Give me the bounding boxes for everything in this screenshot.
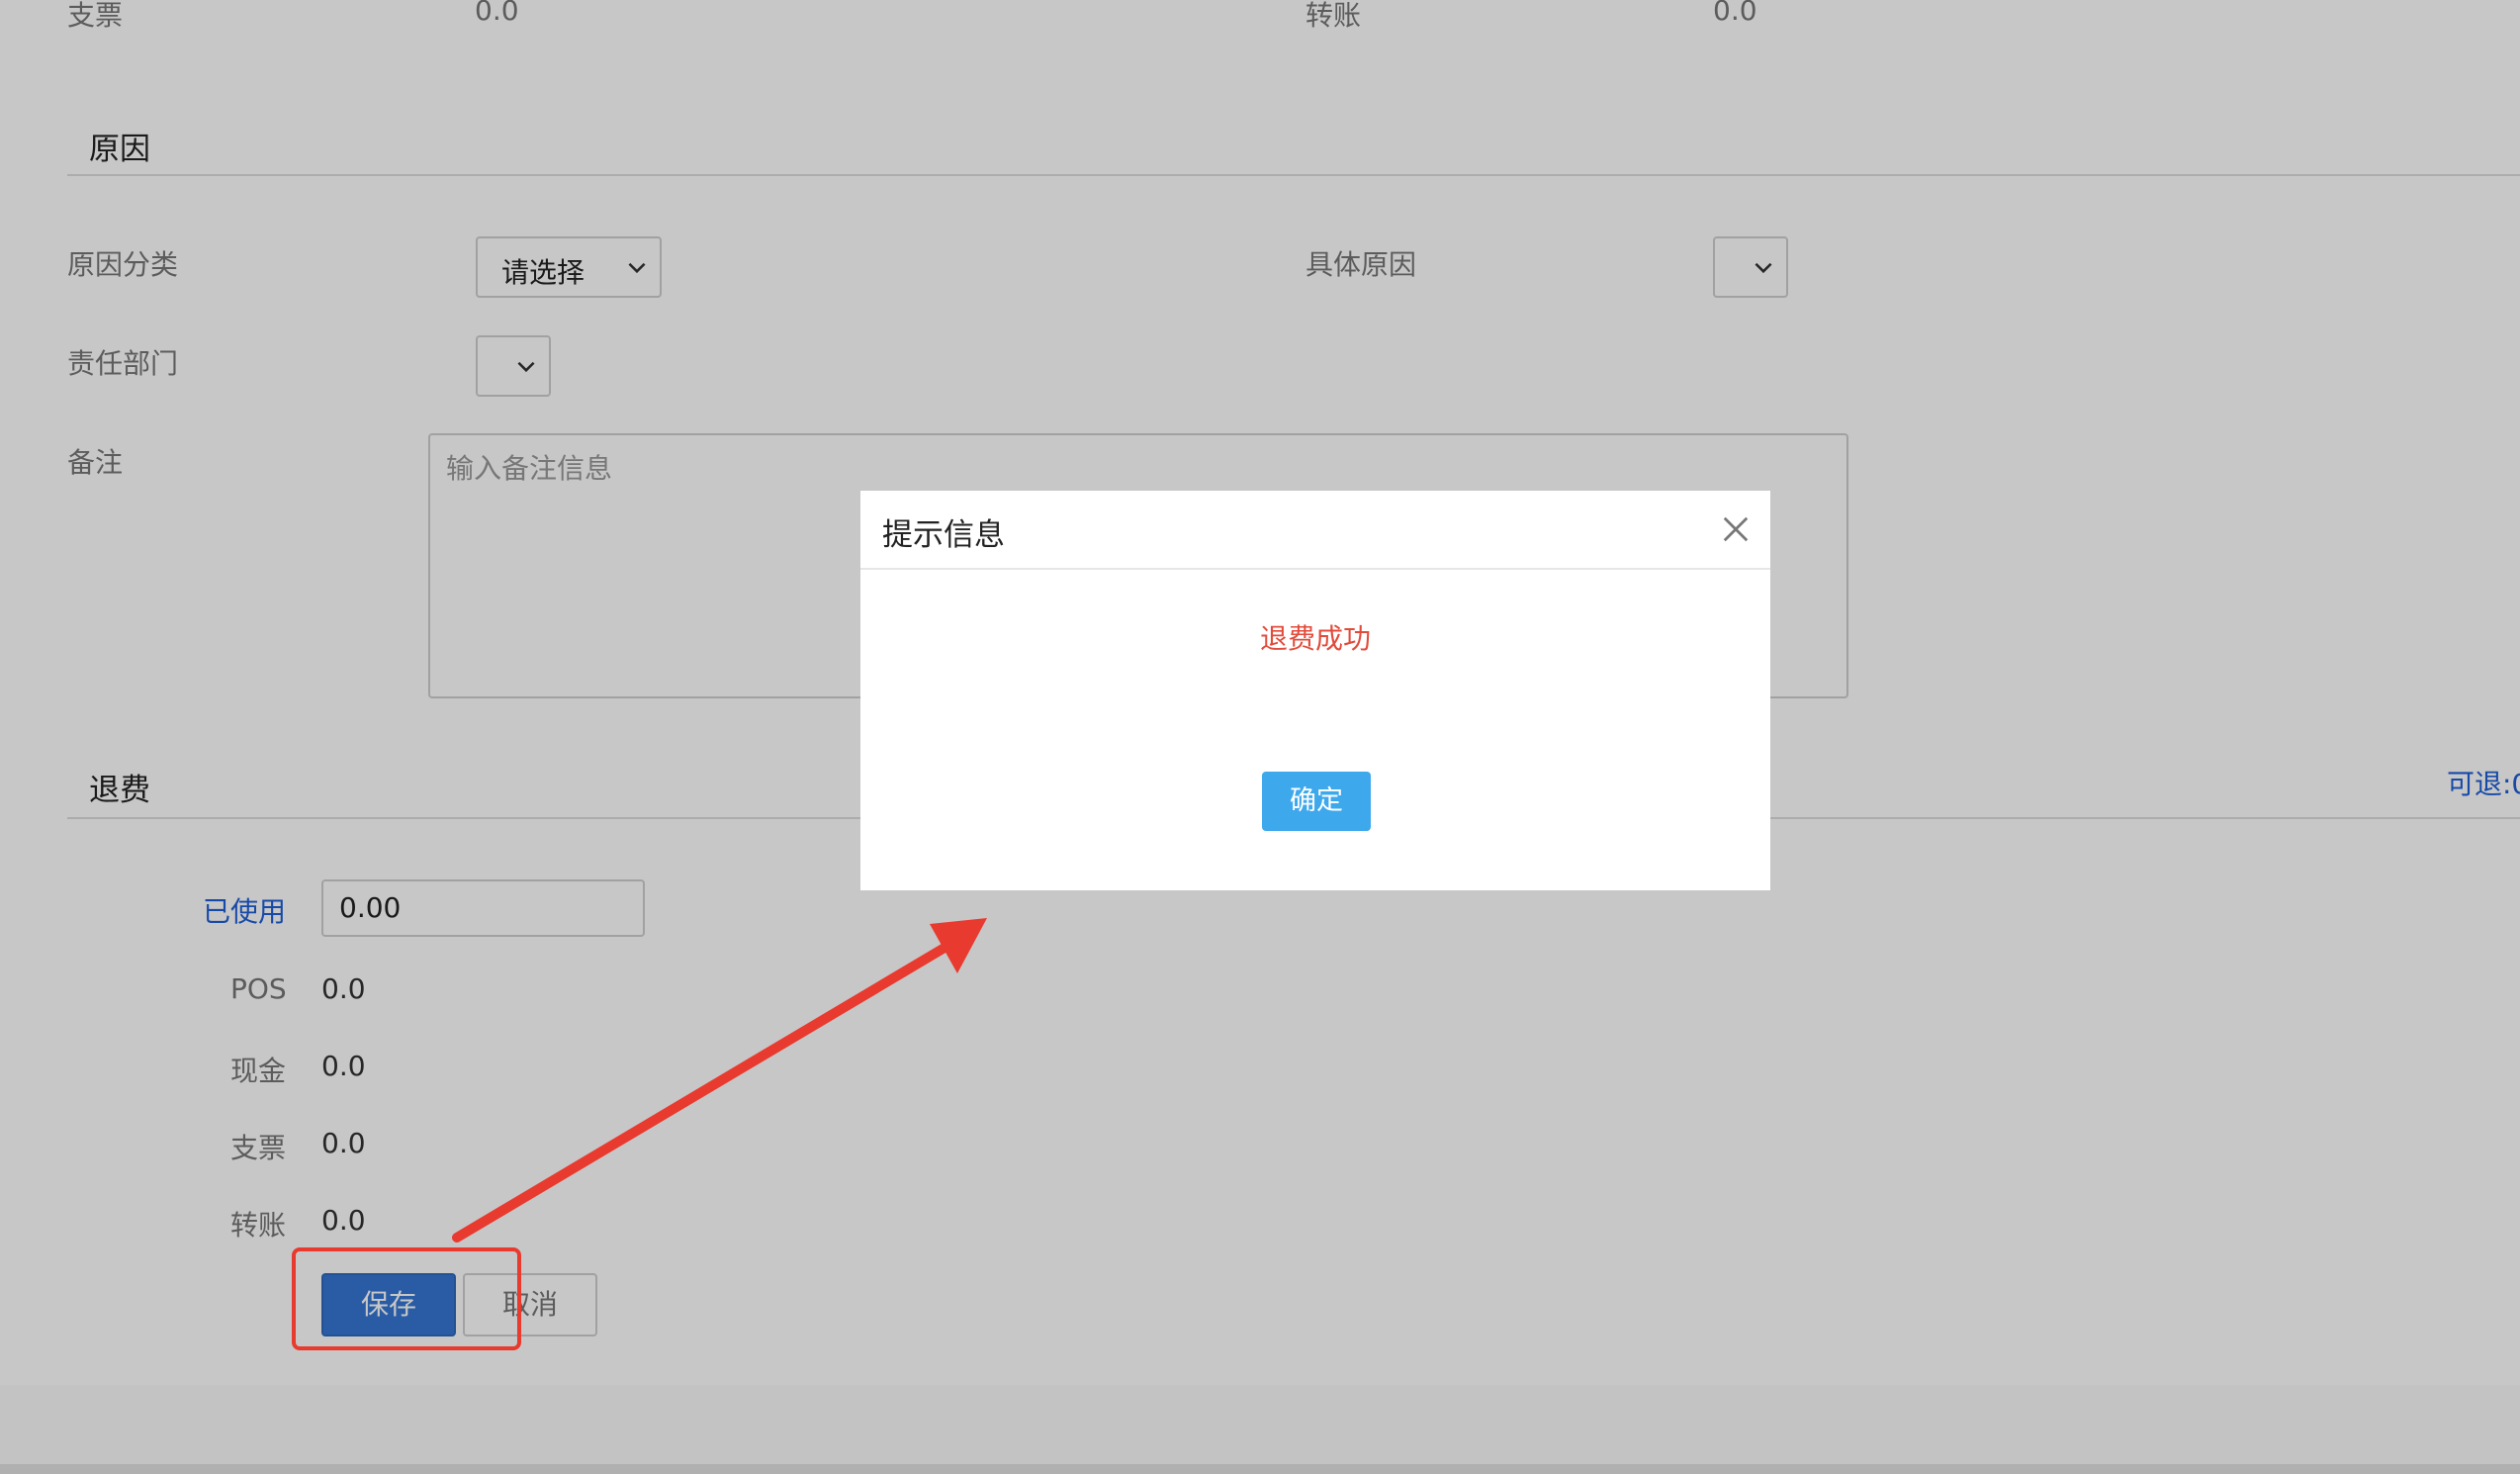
dialog-header: 提示信息 (860, 491, 1770, 570)
confirm-button[interactable]: 确定 (1262, 772, 1371, 831)
dialog-message: 退费成功 (1259, 622, 1371, 655)
dialog-title: 提示信息 (882, 517, 1005, 553)
close-icon[interactable] (1721, 514, 1751, 544)
info-dialog: 提示信息 退费成功 确定 (860, 491, 1770, 890)
annotation-highlight-box (292, 1247, 521, 1350)
